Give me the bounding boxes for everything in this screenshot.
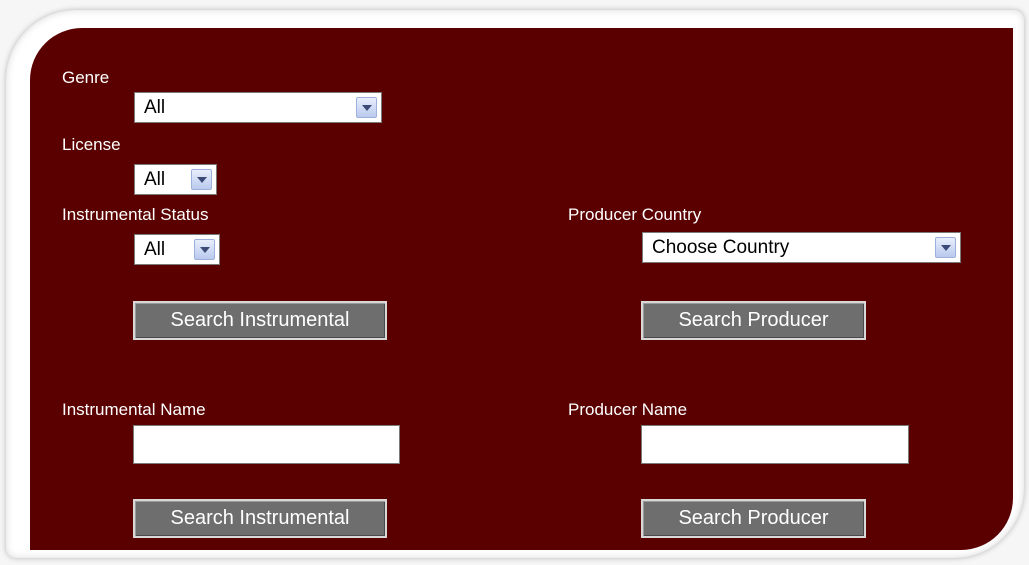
instrumental-name-label: Instrumental Name (62, 400, 206, 419)
chevron-down-icon[interactable] (356, 97, 377, 118)
chevron-down-icon[interactable] (935, 237, 956, 258)
instrumental-status-label: Instrumental Status (62, 205, 209, 224)
license-select-value: All (144, 169, 166, 190)
search-instrumental-button[interactable]: Search Instrumental (133, 301, 387, 340)
search-producer-button[interactable]: Search Producer (641, 301, 866, 340)
producer-country-select[interactable]: Choose Country (642, 232, 961, 263)
producer-name-input[interactable] (641, 425, 909, 464)
instrumental-status-select-value: All (144, 239, 166, 260)
producer-country-select-value: Choose Country (652, 237, 790, 258)
genre-select-value: All (144, 97, 166, 118)
page-frame: Genre All License All Instrumental Statu… (0, 0, 1029, 565)
chevron-down-icon[interactable] (194, 239, 215, 260)
chevron-down-icon[interactable] (191, 169, 212, 190)
search-producer-by-name-button[interactable]: Search Producer (641, 499, 866, 538)
license-label: License (62, 135, 121, 154)
instrumental-name-input[interactable] (133, 425, 400, 464)
producer-name-label: Producer Name (568, 400, 688, 419)
license-select[interactable]: All (134, 164, 217, 195)
producer-country-label: Producer Country (568, 205, 702, 224)
genre-select[interactable]: All (134, 92, 382, 123)
search-panel: Genre All License All Instrumental Statu… (30, 28, 1013, 550)
search-instrumental-by-name-button[interactable]: Search Instrumental (133, 499, 387, 538)
genre-label: Genre (62, 68, 110, 87)
instrumental-status-select[interactable]: All (134, 234, 220, 265)
